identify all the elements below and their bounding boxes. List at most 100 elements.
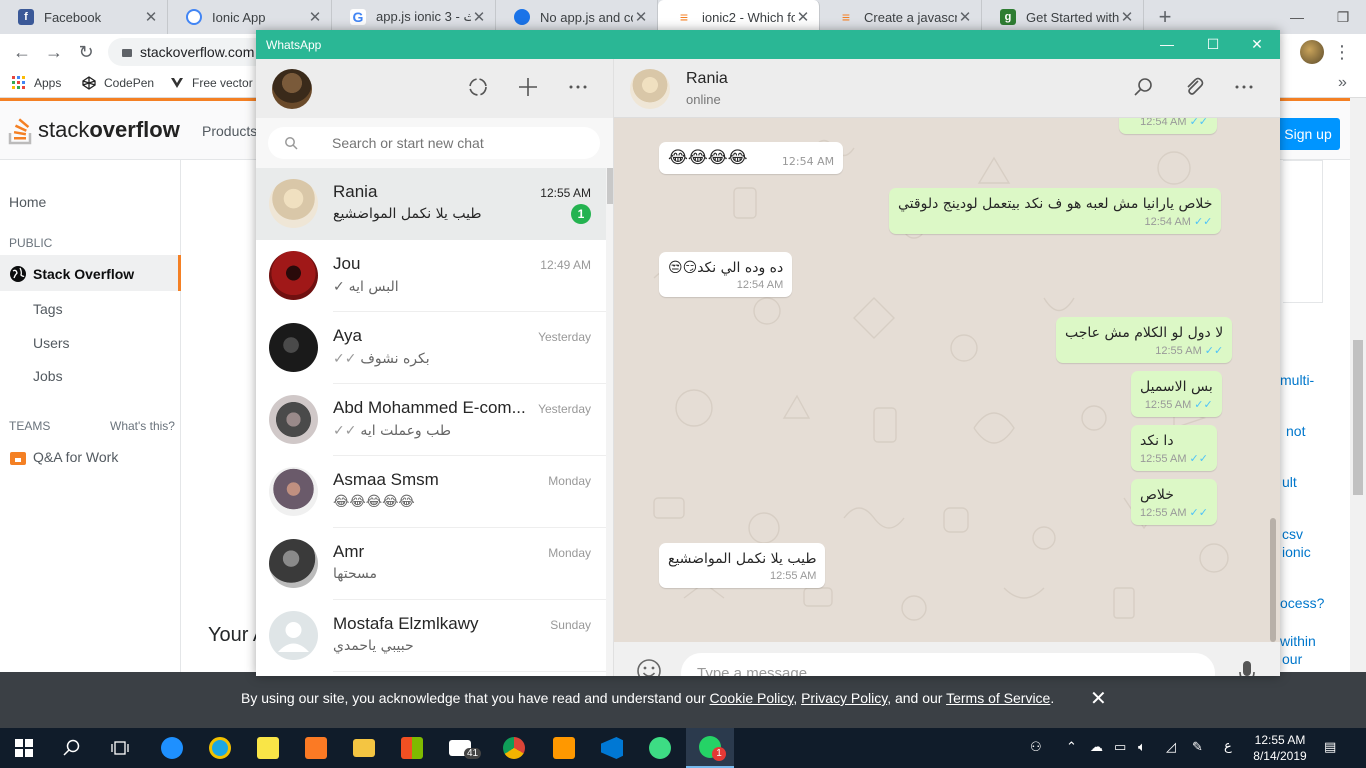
related-link[interactable]: within <box>1280 633 1316 649</box>
message-outgoing[interactable]: خلاص 12:55 AM ✓✓ <box>1131 479 1217 525</box>
close-tab-icon[interactable]: ✕ <box>1119 8 1135 26</box>
reload-icon[interactable]: ↻ <box>74 40 98 64</box>
scrollbar-thumb[interactable] <box>1353 340 1363 495</box>
browser-tab[interactable]: G app.js ionic 3 - بحث ✕ <box>332 0 496 34</box>
more-bookmarks-icon[interactable]: » <box>1338 74 1347 92</box>
start-button[interactable] <box>0 728 48 768</box>
message-incoming[interactable]: طيب يلا نكمل المواضشيع 12:55 AM <box>659 543 826 588</box>
people-icon[interactable]: ⚇ <box>1030 739 1042 755</box>
xampp-icon[interactable] <box>292 728 340 768</box>
close-tab-icon[interactable]: ✕ <box>957 8 973 26</box>
notifications-icon[interactable]: ▤ <box>1324 739 1336 755</box>
related-link[interactable]: csv <box>1282 526 1303 542</box>
cookie-policy-link[interactable]: Cookie Policy <box>710 690 794 706</box>
close-tab-icon[interactable]: ✕ <box>307 8 323 26</box>
nav-stack-overflow[interactable]: Stack Overflow <box>9 265 134 283</box>
terms-of-service-link[interactable]: Terms of Service <box>946 690 1050 706</box>
message-outgoing[interactable]: لا دول لو الكلام مش عاجب 12:55 AM ✓✓ <box>1056 317 1233 363</box>
stackoverflow-logo[interactable]: stack overflow <box>8 115 180 145</box>
internet-explorer-icon[interactable] <box>196 728 244 768</box>
scrollbar-thumb[interactable] <box>607 168 613 204</box>
close-icon[interactable]: ✕ <box>1234 30 1280 59</box>
maximize-icon[interactable]: ☐ <box>1190 30 1236 59</box>
page-scrollbar[interactable] <box>1350 98 1366 728</box>
message-outgoing[interactable]: دا نكد 12:55 AM ✓✓ <box>1131 425 1217 471</box>
search-icon[interactable] <box>48 728 96 768</box>
contact-name[interactable]: Rania <box>686 70 728 88</box>
back-icon[interactable]: ← <box>10 40 34 64</box>
close-banner-icon[interactable]: ✕ <box>1090 686 1107 711</box>
message-input[interactable] <box>681 653 1215 676</box>
system-clock[interactable]: 12:55 AM 8/14/2019 <box>1248 732 1312 764</box>
conversation-scrollbar[interactable] <box>1270 518 1276 642</box>
signup-button[interactable]: Sign up <box>1276 118 1340 150</box>
new-tab-button[interactable]: + <box>1152 4 1178 30</box>
file-explorer-icon[interactable] <box>340 728 388 768</box>
chat-item-rania[interactable]: Rania 12:55 AM طيب يلا نكمل المواضشيع 1 <box>256 168 606 240</box>
related-link[interactable]: ult <box>1282 474 1297 490</box>
close-tab-icon[interactable]: ✕ <box>471 8 487 26</box>
message-incoming[interactable]: ده وده الي نكد😏😒 12:54 AM <box>659 252 793 297</box>
close-tab-icon[interactable]: ✕ <box>633 8 649 26</box>
nav-tags[interactable]: Tags <box>33 301 63 317</box>
related-link[interactable]: multi- <box>1280 372 1314 388</box>
nav-jobs[interactable]: Jobs <box>33 368 63 384</box>
show-hidden-icons[interactable]: ⌃ <box>1066 739 1077 755</box>
store-icon[interactable] <box>388 728 436 768</box>
nav-users[interactable]: Users <box>33 335 70 351</box>
whats-this-link[interactable]: What's this? <box>110 419 175 433</box>
restore-icon[interactable]: ❐ <box>1320 0 1366 34</box>
edge-icon[interactable] <box>148 728 196 768</box>
forward-icon[interactable]: → <box>42 40 66 64</box>
related-link[interactable]: ionic <box>1282 544 1311 560</box>
battery-icon[interactable]: ▭ <box>1114 739 1126 755</box>
menu-icon[interactable] <box>1231 76 1257 102</box>
pen-icon[interactable]: ✎ <box>1192 739 1203 755</box>
android-studio-icon[interactable] <box>636 728 684 768</box>
browser-tab-active[interactable]: ≡ ionic2 - Which fold ✕ <box>658 0 820 34</box>
message-outgoing[interactable]: بس الاسميل 12:55 AM ✓✓ <box>1131 371 1222 417</box>
bookmark-free-vector[interactable]: Free vector <box>170 76 253 90</box>
chrome-icon[interactable] <box>490 728 538 768</box>
status-icon[interactable] <box>465 76 491 102</box>
network-icon[interactable]: ◿ <box>1166 739 1176 755</box>
search-icon[interactable] <box>1131 76 1157 102</box>
chat-item-aya[interactable]: Aya Yesterday ✓✓ بكره نشوف <box>256 312 606 384</box>
browser-tab[interactable]: f Facebook ✕ <box>0 0 168 34</box>
microphone-icon[interactable] <box>1238 660 1256 676</box>
privacy-policy-link[interactable]: Privacy Policy <box>801 690 887 706</box>
chat-item-abd-mohammed[interactable]: Abd Mohammed E-com... Yesterday ✓✓ طب وع… <box>256 384 606 456</box>
url-field[interactable]: stackoverflow.com <box>108 38 268 66</box>
minimize-icon[interactable]: — <box>1144 30 1190 59</box>
browser-tab[interactable]: No app.js and cor ✕ <box>496 0 658 34</box>
task-view-icon[interactable] <box>96 728 144 768</box>
new-chat-icon[interactable] <box>515 76 541 102</box>
menu-icon[interactable] <box>565 76 591 102</box>
products-menu[interactable]: Products <box>202 123 257 139</box>
related-link[interactable]: not <box>1286 423 1305 439</box>
nav-qa-for-work[interactable]: Q&A for Work <box>9 448 118 466</box>
browser-tab[interactable]: Ionic App ✕ <box>168 0 332 34</box>
emoji-icon[interactable] <box>636 658 662 676</box>
volume-icon[interactable]: 🔈︎ <box>1138 739 1146 755</box>
profile-avatar[interactable] <box>1300 40 1324 64</box>
search-input[interactable] <box>268 127 600 159</box>
onedrive-icon[interactable]: ☁ <box>1090 739 1103 755</box>
contact-avatar[interactable] <box>630 69 670 109</box>
close-tab-icon[interactable]: ✕ <box>795 8 811 26</box>
related-link[interactable]: ocess? <box>1280 595 1324 611</box>
whatsapp-taskbar-icon[interactable]: 1 <box>686 728 734 768</box>
attach-icon[interactable] <box>1181 76 1207 102</box>
message-incoming[interactable]: 😂😂😂😂 12:54 AM <box>659 142 844 174</box>
my-avatar[interactable] <box>272 69 312 109</box>
chat-item-jou[interactable]: Jou 12:49 AM ✓ البس ايه <box>256 240 606 312</box>
chat-list-scrollbar[interactable] <box>606 168 613 676</box>
minimize-icon[interactable]: — <box>1274 0 1320 34</box>
sticky-notes-icon[interactable] <box>244 728 292 768</box>
browser-tab[interactable]: g Get Started with Io ✕ <box>982 0 1144 34</box>
message-outgoing[interactable]: خلاص يارانيا مش لعبه هو ف نكد بيتعمل لود… <box>889 188 1222 234</box>
close-tab-icon[interactable]: ✕ <box>143 8 159 26</box>
vscode-icon[interactable] <box>588 728 636 768</box>
chat-item-mostafa-elzmlkawy[interactable]: Mostafa Elzmlkawy Sunday حبيبي ياحمدي <box>256 600 606 672</box>
nav-home[interactable]: Home <box>9 194 46 210</box>
